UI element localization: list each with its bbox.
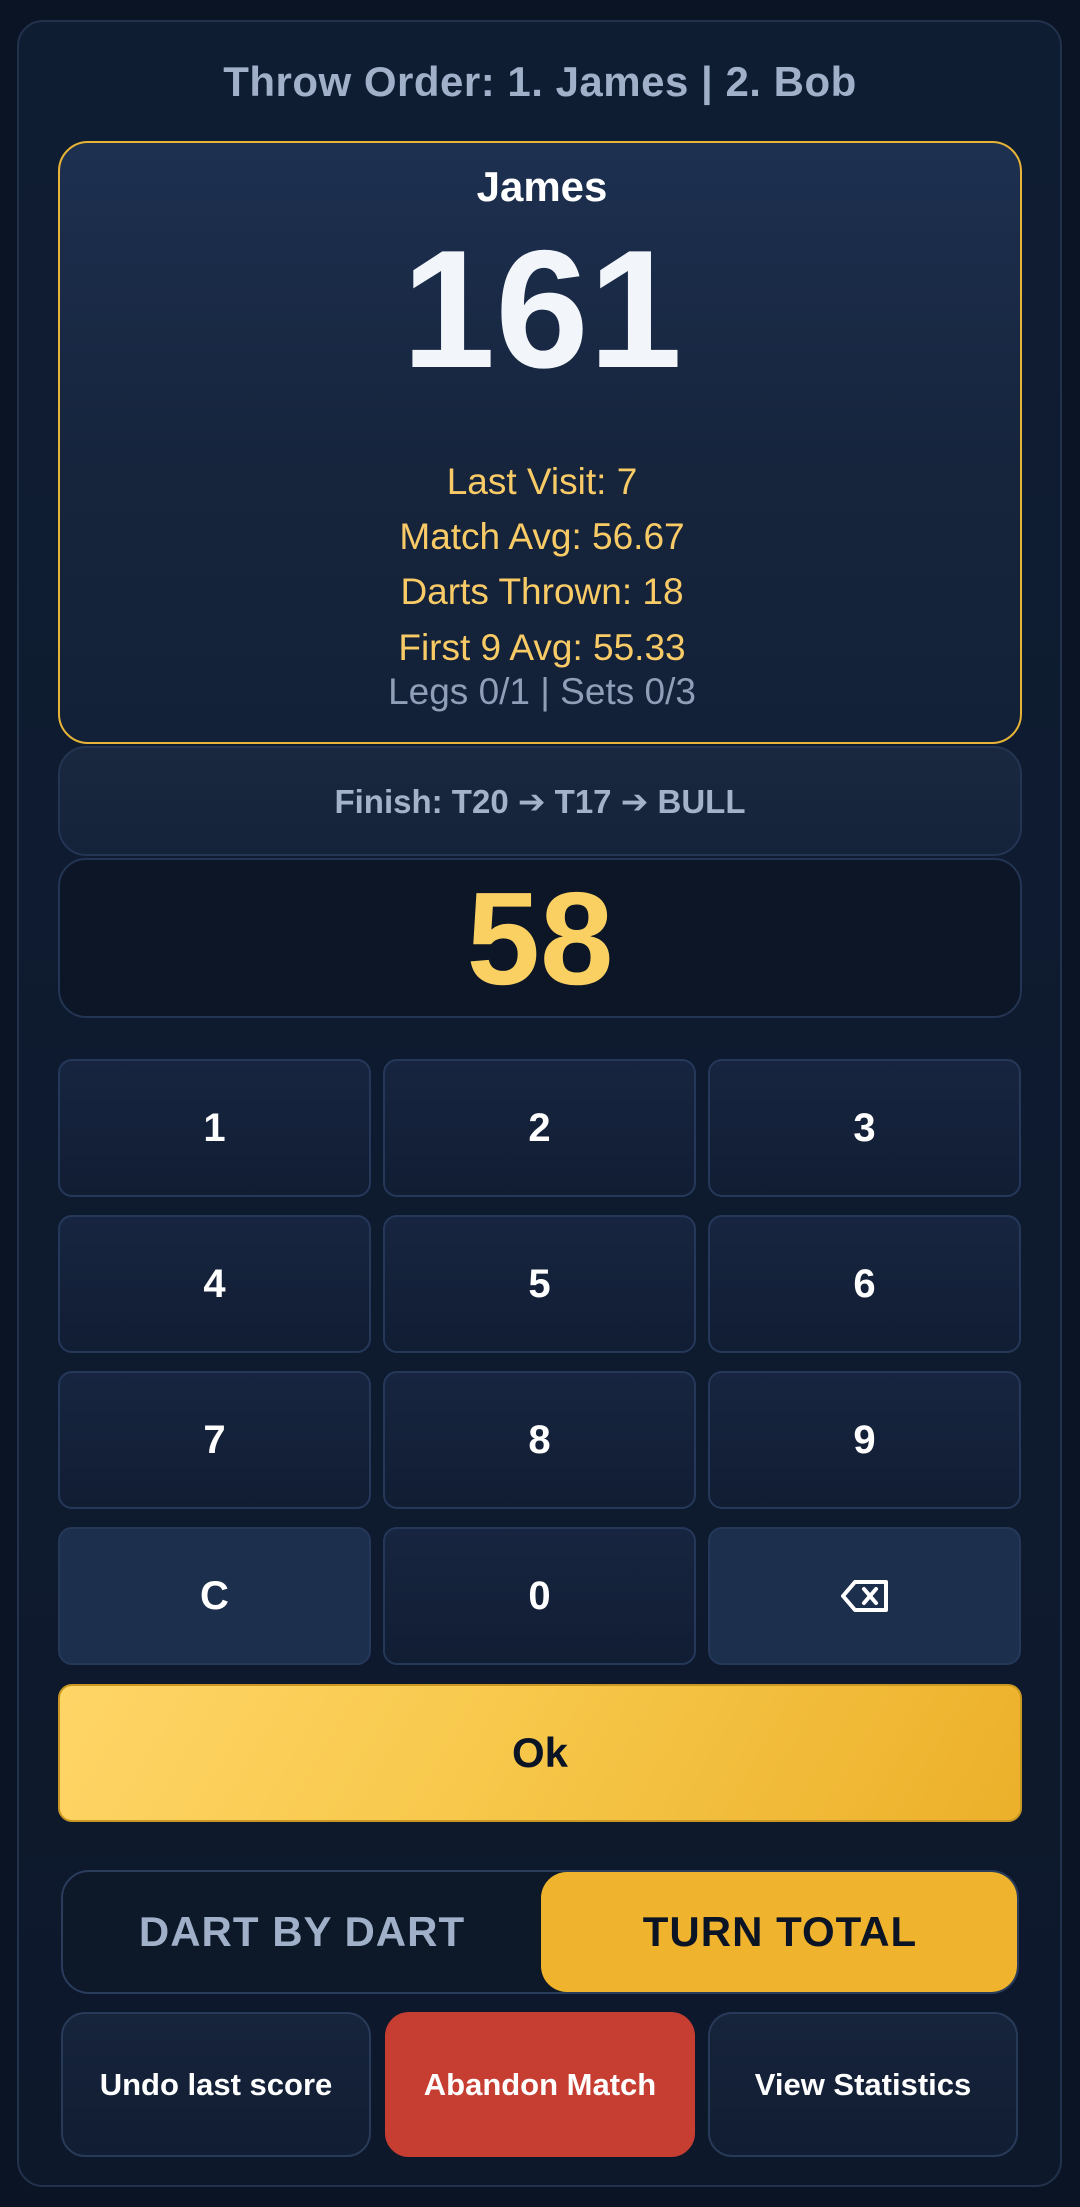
key-9[interactable]: 9 [708,1371,1021,1509]
key-1[interactable]: 1 [58,1059,371,1197]
darts-thrown: Darts Thrown: 18 [400,571,684,612]
clear-button[interactable]: C [58,1527,371,1665]
score-entry-value: 58 [466,864,614,1012]
last-visit: Last Visit: 7 [446,461,638,502]
input-mode-toggle: DART BY DART TURN TOTAL [61,1870,1019,1994]
key-7[interactable]: 7 [58,1371,371,1509]
backspace-icon [840,1580,888,1612]
abandon-match-button[interactable]: Abandon Match [385,2012,695,2157]
key-3[interactable]: 3 [708,1059,1021,1197]
backspace-button[interactable] [708,1527,1021,1665]
view-statistics-button[interactable]: View Statistics [708,2012,1018,2157]
player-remaining-score: 161 [401,215,683,403]
key-4[interactable]: 4 [58,1215,371,1353]
checkout-suggestion: Finish: T20 ➔ T17 ➔ BULL [58,746,1022,856]
ok-button[interactable]: Ok [58,1684,1022,1822]
key-2[interactable]: 2 [383,1059,696,1197]
score-entry-display: 58 [58,858,1022,1018]
turn-total-button[interactable]: TURN TOTAL [541,1872,1017,1992]
undo-last-score-button[interactable]: Undo last score [61,2012,371,2157]
checkout-text: Finish: T20 ➔ T17 ➔ BULL [334,782,746,820]
key-6[interactable]: 6 [708,1215,1021,1353]
key-0[interactable]: 0 [383,1527,696,1665]
throw-order: Throw Order: 1. James | 2. Bob [223,58,857,105]
player-name: James [476,163,608,210]
key-8[interactable]: 8 [383,1371,696,1509]
legs-sets: Legs 0/1 | Sets 0/3 [388,671,696,712]
dart-by-dart-button[interactable]: DART BY DART [63,1872,541,1992]
key-5[interactable]: 5 [383,1215,696,1353]
first-nine-average: First 9 Avg: 55.33 [398,627,686,668]
player-card: James 161 Last Visit: 7 Match Avg: 56.67… [58,141,1022,744]
match-average: Match Avg: 56.67 [399,516,685,557]
